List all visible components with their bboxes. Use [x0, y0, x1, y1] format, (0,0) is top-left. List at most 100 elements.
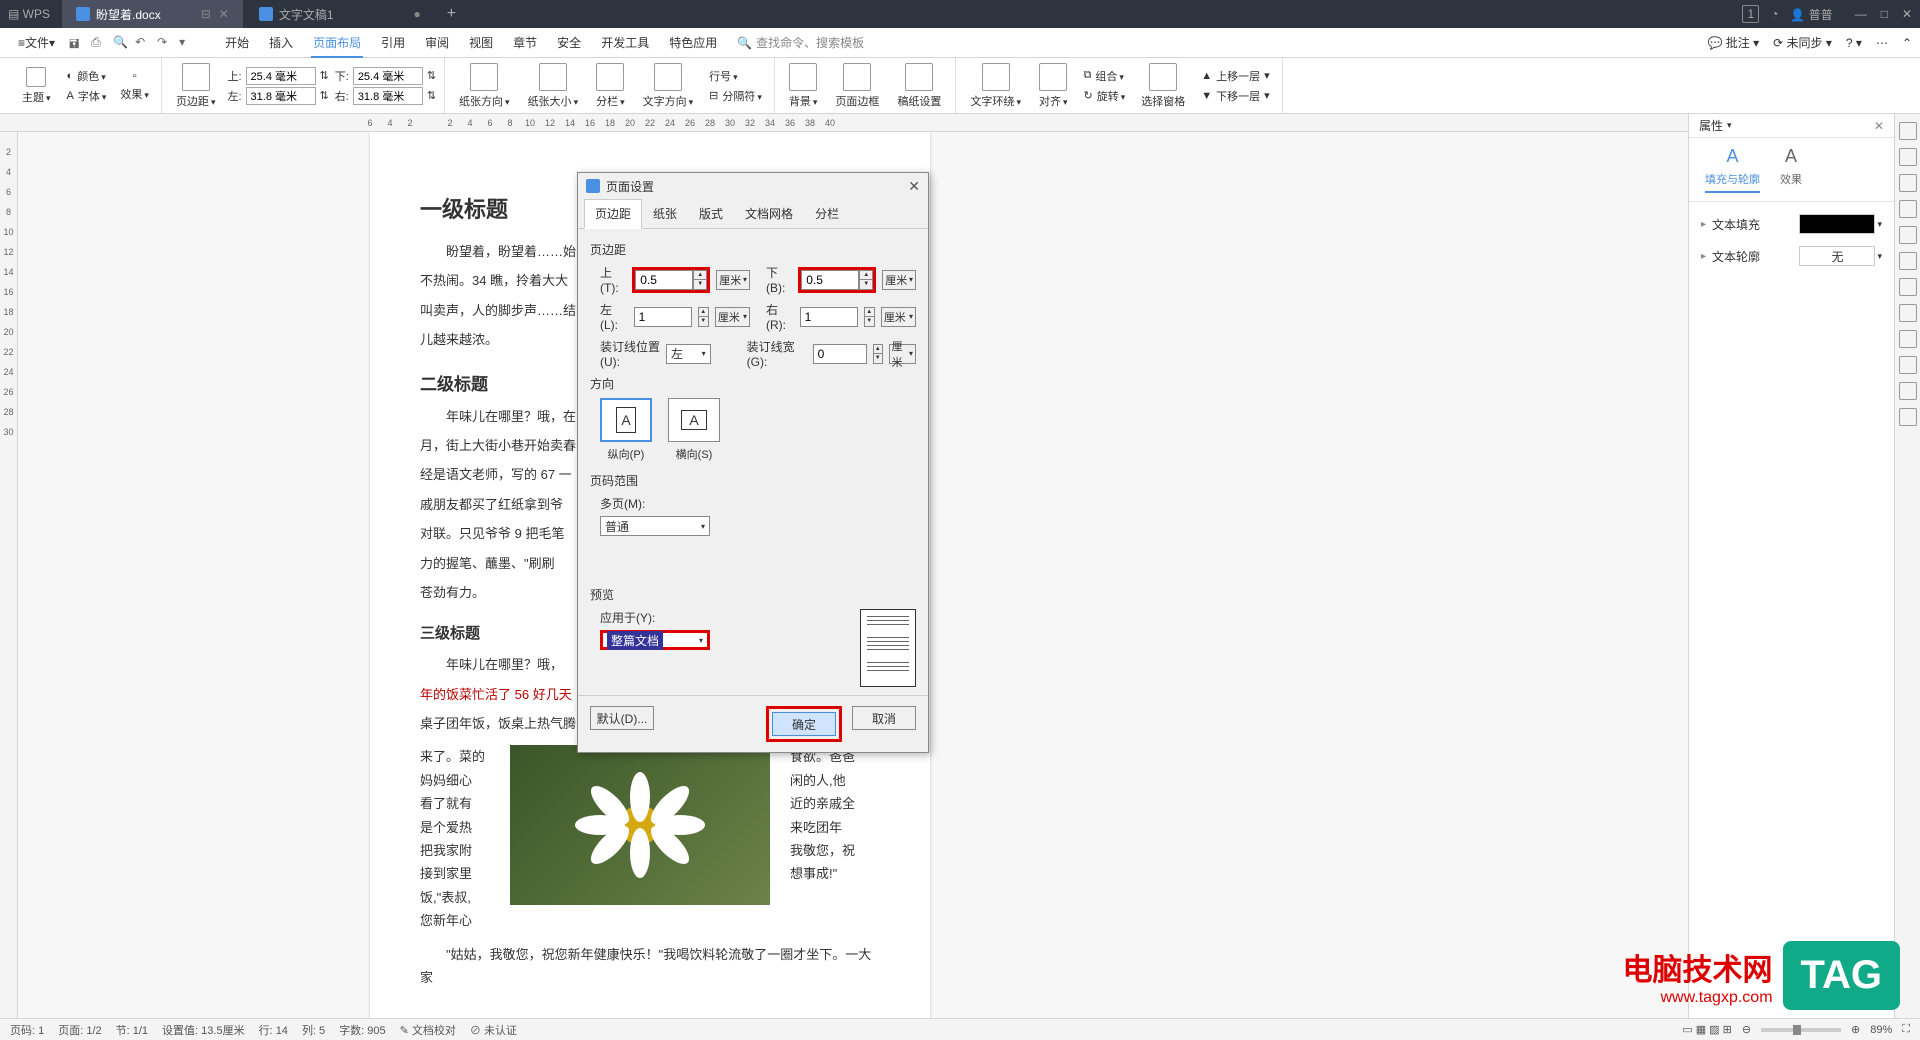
side-sync-icon[interactable] [1899, 382, 1917, 400]
cancel-button[interactable]: 取消 [852, 706, 916, 730]
status-section[interactable]: 节: 1/1 [116, 1022, 148, 1038]
close-icon[interactable]: ● [414, 7, 421, 21]
settings-icon[interactable]: ⋯ [1876, 36, 1888, 50]
new-tab-button[interactable]: + [437, 5, 466, 23]
gutter-width-input[interactable] [813, 344, 867, 364]
wrap-button[interactable]: 文字环绕 [964, 61, 1027, 111]
side-shape-icon[interactable] [1899, 174, 1917, 192]
search-box[interactable]: 🔍 查找命令、搜索模板 [737, 34, 864, 51]
landscape-option[interactable]: A [668, 398, 720, 442]
panel-tab-fill[interactable]: A填充与轮廓 [1705, 146, 1760, 193]
watermark-button[interactable]: 稿纸设置 [891, 61, 947, 111]
dialog-tab-paper[interactable]: 纸张 [642, 199, 688, 228]
undo-icon[interactable]: ↶ [135, 35, 151, 51]
columns-button[interactable]: 分栏 [590, 61, 631, 111]
print-icon[interactable]: ⎙ [91, 35, 107, 51]
close-panel-icon[interactable]: ✕ [1874, 119, 1884, 133]
dialog-close-icon[interactable]: ✕ [908, 178, 920, 195]
side-paragraph-icon[interactable] [1899, 226, 1917, 244]
maximize-icon[interactable]: □ [1881, 7, 1888, 21]
expand-icon[interactable]: ▸ [1701, 251, 1706, 262]
side-cursor-icon[interactable] [1899, 148, 1917, 166]
margin-right-input[interactable] [353, 87, 423, 105]
rotate-button[interactable]: ↻旋转 [1080, 87, 1130, 105]
horizontal-ruler[interactable]: 642246810121416182022242628303234363840 [0, 114, 1920, 132]
user-avatar[interactable]: 👤 普普 [1790, 6, 1832, 23]
expand-icon[interactable]: ▸ [1701, 219, 1706, 230]
unit-select[interactable]: 厘米 [716, 270, 750, 290]
tab-pin-icon[interactable]: ⊟ [201, 7, 211, 21]
breaks-button[interactable]: ⊟分隔符 [705, 87, 766, 105]
view-mode-icons[interactable]: ▭ ▦ ▨ ⊞ [1682, 1023, 1732, 1036]
gutter-pos-select[interactable]: 左 [666, 344, 711, 364]
notification-icon[interactable]: 1 [1742, 5, 1759, 23]
unit-select[interactable]: 厘米 [881, 307, 916, 327]
select-pane-button[interactable]: 选择窗格 [1135, 61, 1191, 111]
side-text-icon[interactable] [1899, 200, 1917, 218]
text-dir-button[interactable]: 文字方向 [637, 61, 700, 111]
menu-insert[interactable]: 插入 [259, 28, 303, 58]
side-chart-icon[interactable] [1899, 330, 1917, 348]
side-layers-icon[interactable] [1899, 278, 1917, 296]
sync-button[interactable]: ⟳ 未同步 ▾ [1773, 34, 1832, 51]
font-button[interactable]: A字体 [63, 87, 111, 105]
spinner[interactable]: ▲▼ [693, 270, 707, 290]
dialog-tab-columns[interactable]: 分栏 [804, 199, 850, 228]
document-tab-1[interactable]: 盼望着.docx ⊟ ✕ [62, 0, 243, 28]
orientation-button[interactable]: 纸张方向 [453, 61, 516, 111]
default-button[interactable]: 默认(D)... [590, 706, 654, 730]
apply-to-select[interactable]: 整篇文档 [600, 630, 710, 650]
size-button[interactable]: 纸张大小 [522, 61, 585, 111]
zoom-value[interactable]: 89% [1870, 1024, 1892, 1036]
border-button[interactable]: 页面边框 [829, 61, 885, 111]
margin-top-input[interactable] [635, 270, 693, 290]
file-menu[interactable]: ≡ 文件 ▾ [8, 28, 65, 58]
help-icon[interactable]: ? ▾ [1846, 36, 1862, 50]
fill-color-picker[interactable] [1799, 214, 1875, 234]
collapse-ribbon-icon[interactable]: ⌃ [1902, 36, 1912, 50]
theme-icon[interactable]: ◔ [1771, 7, 1778, 21]
vertical-ruler[interactable]: 24681012141618202224262830 [0, 132, 18, 1018]
spinner[interactable]: ▲▼ [864, 307, 875, 327]
qat-more-icon[interactable]: ▾ [179, 35, 195, 51]
background-button[interactable]: 背景 [783, 61, 824, 111]
side-image-icon[interactable] [1899, 356, 1917, 374]
zoom-out-icon[interactable]: ⊖ [1742, 1023, 1751, 1036]
minimize-icon[interactable]: — [1855, 7, 1867, 21]
margin-bottom-input[interactable] [801, 270, 859, 290]
menu-references[interactable]: 引用 [371, 28, 415, 58]
document-tab-2[interactable]: 文字文稿1 ● [245, 0, 435, 28]
margin-top-input[interactable] [246, 67, 316, 85]
effect-button[interactable]: ▫效果 [116, 69, 153, 103]
margin-right-input[interactable] [800, 307, 858, 327]
fullscreen-icon[interactable]: ⛶ [1902, 1023, 1910, 1036]
margin-left-input[interactable] [634, 307, 692, 327]
margin-left-input[interactable] [246, 87, 316, 105]
status-words[interactable]: 字数: 905 [339, 1022, 385, 1038]
menu-dev[interactable]: 开发工具 [591, 28, 659, 58]
line-num-button[interactable]: 行号 [705, 67, 766, 85]
status-auth[interactable]: ⊘ 未认证 [470, 1022, 517, 1038]
align-button[interactable]: 对齐 [1033, 61, 1074, 111]
menu-page-layout[interactable]: 页面布局 [303, 28, 371, 58]
menu-start[interactable]: 开始 [215, 28, 259, 58]
spinner[interactable]: ▲▼ [698, 307, 709, 327]
multi-page-select[interactable]: 普通 [600, 516, 710, 536]
dialog-tab-layout[interactable]: 版式 [688, 199, 734, 228]
dialog-tab-grid[interactable]: 文档网格 [734, 199, 804, 228]
unit-select[interactable]: 厘米 [882, 270, 916, 290]
side-pencil-icon[interactable] [1899, 122, 1917, 140]
menu-chapter[interactable]: 章节 [503, 28, 547, 58]
close-window-icon[interactable]: ✕ [1902, 7, 1912, 21]
redo-icon[interactable]: ↷ [157, 35, 173, 51]
preview-icon[interactable]: 🔍 [113, 35, 129, 51]
color-button[interactable]: ◐颜色 [63, 67, 111, 85]
spinner[interactable]: ▲▼ [873, 344, 883, 364]
side-nav-icon[interactable] [1899, 304, 1917, 322]
save-icon[interactable]: 🖬 [69, 35, 85, 51]
theme-button[interactable]: 主题 [16, 61, 57, 111]
ok-button[interactable]: 确定 [772, 712, 836, 736]
dialog-tab-margins[interactable]: 页边距 [584, 199, 642, 229]
unit-select[interactable]: 厘米 [715, 307, 750, 327]
status-page-count[interactable]: 页面: 1/2 [58, 1022, 101, 1038]
